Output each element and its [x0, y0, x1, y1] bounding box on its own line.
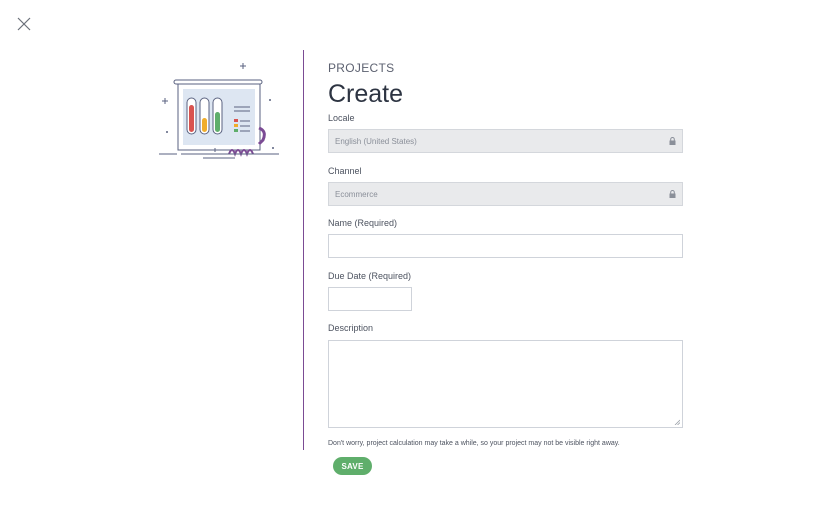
- resize-handle-icon[interactable]: [674, 419, 680, 425]
- description-label: Description: [328, 323, 374, 333]
- description-textarea[interactable]: [328, 340, 683, 428]
- save-button[interactable]: SAVE: [333, 457, 372, 475]
- locale-label: Locale: [328, 113, 355, 123]
- due-date-label: Due Date (Required): [328, 271, 412, 281]
- create-project-form: PROJECTS Create Locale English (United S…: [328, 60, 684, 475]
- presentation-board-illustration: [155, 60, 285, 165]
- calculation-note: Don't worry, project calculation may tak…: [328, 440, 620, 447]
- close-button[interactable]: [14, 14, 34, 34]
- vertical-divider: [303, 50, 304, 450]
- section-eyebrow: PROJECTS: [328, 61, 395, 75]
- lock-icon: [669, 137, 676, 145]
- locale-value: English (United States): [335, 136, 417, 146]
- page-title: Create: [328, 80, 404, 108]
- due-date-input[interactable]: [328, 287, 412, 311]
- name-input[interactable]: [328, 234, 683, 258]
- locale-field: English (United States): [328, 129, 683, 153]
- channel-field: Ecommerce: [328, 182, 683, 206]
- close-icon: [17, 17, 31, 31]
- lock-icon: [669, 190, 676, 198]
- channel-label: Channel: [328, 166, 362, 176]
- name-label: Name (Required): [328, 218, 398, 228]
- channel-value: Ecommerce: [335, 189, 378, 199]
